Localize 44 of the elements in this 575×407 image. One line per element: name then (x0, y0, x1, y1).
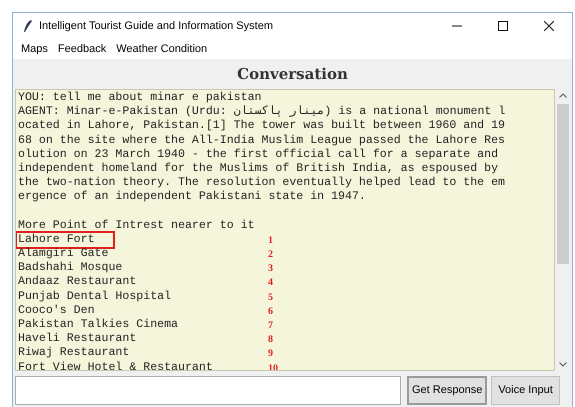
place-item: Andaaz Restaurant (18, 275, 136, 288)
voice-input-button[interactable]: Voice Input (491, 376, 560, 405)
conversation-text-area[interactable] (15, 89, 555, 371)
annotation-number: 6 (268, 306, 273, 317)
annotation-number: 9 (268, 349, 273, 360)
agent-message-line: ocated in Lahore, Pakistan.[1] The tower was built between 1960 and 19 (18, 119, 506, 132)
annotation-number: 5 (268, 292, 273, 303)
agent-message-line: independent homeland for the Muslims of British India, as espoused by (18, 162, 498, 175)
poi-heading: More Point of Intrest nearer to it (18, 218, 255, 232)
feather-icon (23, 19, 33, 33)
place-item: Pakistan Talkies Cinema (18, 318, 178, 331)
agent-message-line: AGENT: Minar-e-Pakistan (Urdu: مینار پاکستان) is a national monument l (18, 105, 506, 118)
place-item: Haveli Restaurant (18, 332, 136, 346)
place-item: Badshahi Mosque (18, 261, 122, 274)
get-response-button[interactable]: Get Response (407, 376, 488, 405)
close-icon (544, 21, 554, 31)
agent-message-line: the two-nation theory. The resolution eventually helped lead to the em (18, 176, 506, 190)
annotation-number: 1 (268, 236, 273, 246)
place-item: Lahore Fort (17, 232, 113, 248)
annotation-number: 3 (268, 264, 273, 274)
window-title: Intelligent Tourist Guide and Information System (39, 18, 273, 34)
place-item: Riwaj Restaurant (18, 346, 130, 360)
agent-message-line: ergence of an independent Pakistani state in 1947. (18, 190, 366, 204)
user-message-line: YOU: tell me about minar e pakistan (18, 91, 262, 104)
place-item: Alamgiri Gate (18, 247, 108, 260)
annotation-number: 7 (268, 321, 273, 331)
message-input-field[interactable] (15, 376, 401, 405)
menu-item[interactable]: Maps (17, 40, 52, 58)
minimize-icon (452, 25, 462, 27)
annotation-number: 4 (268, 278, 273, 288)
menu-item[interactable]: Feedback (54, 40, 110, 58)
place-item: Punjab Dental Hospital (18, 290, 172, 303)
place-item: Cooco's Den (18, 304, 95, 317)
annotation-number: 8 (268, 335, 273, 346)
section-heading: Conversation (237, 64, 348, 85)
annotation-number: 2 (268, 250, 273, 260)
maximize-icon (498, 21, 508, 31)
agent-message-line: olution on 23 March 1940 - the first official call for a separate and (18, 148, 498, 161)
place-item: Fort View Hotel & Restaurant (18, 360, 213, 370)
menu-item[interactable]: Weather Condition (112, 40, 212, 58)
scroll-thumb[interactable] (557, 104, 569, 264)
agent-message-line: 68 on the site where the All-India Muslim League passed the Lahore Res (18, 134, 506, 147)
scroll-down-icon[interactable] (559, 362, 567, 367)
scroll-up-icon[interactable] (559, 93, 567, 98)
